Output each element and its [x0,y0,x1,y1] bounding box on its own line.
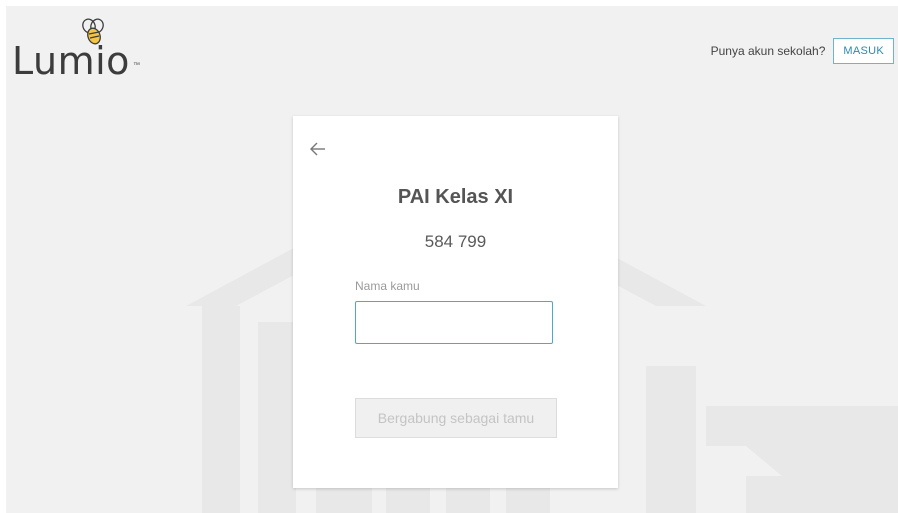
arrow-left-icon[interactable] [309,140,327,158]
account-prompt: Punya akun sekolah? [710,44,826,58]
app-viewport: Lumio ™ Punya akun sekolah? MASUK PAI Ke… [6,6,898,513]
name-field-label: Nama kamu [355,279,420,293]
class-code: 584 799 [424,232,487,251]
header-login-area: Punya akun sekolah? MASUK [711,38,894,64]
trademark-mark: ™ [133,62,140,69]
join-as-guest-button[interactable]: Bergabung sebagai tamu [355,398,557,438]
class-title: PAI Kelas XI [397,186,514,208]
logo-wordmark: Lumio [12,39,130,83]
lumio-logo[interactable]: Lumio ™ [12,18,152,88]
login-button[interactable]: MASUK [833,38,894,64]
name-input[interactable] [355,301,553,344]
join-class-card: PAI Kelas XI 584 799 Nama kamu Bergabung… [293,116,618,488]
